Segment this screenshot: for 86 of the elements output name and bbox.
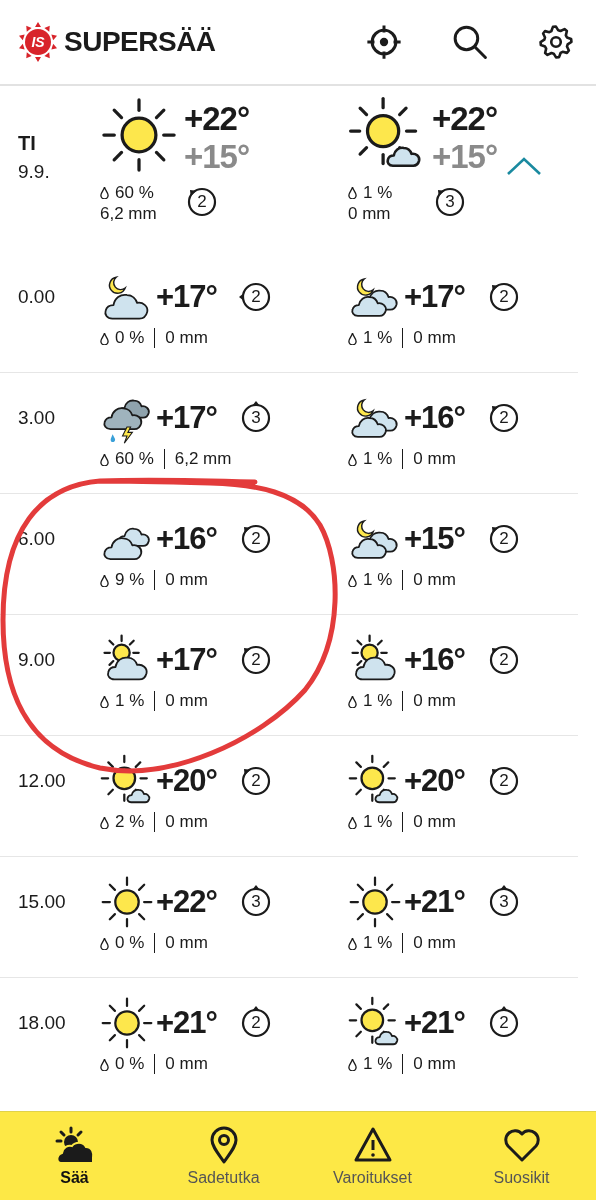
precipitation-chance: 1 % [363,449,393,469]
app-title: SUPERSÄÄ [64,26,216,58]
raindrop-icon [348,815,357,829]
precipitation-amount: 0 mm [413,812,456,832]
precipitation-amount: 0 mm [413,691,456,711]
temperature: +20° [404,763,466,799]
raindrop-icon [100,186,109,199]
raindrop-icon [348,936,357,950]
precipitation-chance: 9 % [115,570,145,590]
logo: IS [18,22,58,62]
precipitation-chance: 1 % [115,691,145,711]
raindrop-icon [100,694,109,708]
temperature: +21° [404,1005,466,1041]
precipitation-amount: 0 mm [413,570,456,590]
hour-label: 18.00 [18,1011,66,1034]
high-temperature: +22° [432,100,498,138]
warning-icon [352,1125,393,1165]
precipitation-amount: 0 mm [413,449,456,469]
precipitation-amount: 0 mm [413,1054,456,1074]
precipitation-chance: 1 % [363,812,393,832]
sun-icon [100,996,154,1050]
hour-label: 12.00 [18,769,66,792]
precipitation-chance: 1 % [363,328,393,348]
precipitation-amount: 0 mm [165,570,208,590]
precipitation-amount: 0 mm [348,203,392,224]
precipitation-amount: 6,2 mm [174,449,232,469]
precipitation-amount: 0 mm [413,328,456,348]
raindrop-icon [100,815,109,829]
temperature: +16° [404,642,466,678]
precipitation-amount: 0 mm [413,933,456,953]
raindrop-icon [348,452,357,466]
temperature: +17° [156,400,218,436]
temperature: +15° [404,521,466,557]
nav-tab[interactable]: Varoitukset [298,1112,447,1200]
precipitation-amount: 0 mm [165,812,208,832]
temperature: +21° [156,1005,218,1041]
raindrop-icon [348,186,357,199]
precipitation-chance: 0 % [115,1054,145,1074]
raindrop-icon [348,331,357,345]
temperature: +21° [404,884,466,920]
nav-tab[interactable]: Suosikit [447,1112,596,1200]
high-temperature: +22° [184,100,250,138]
precipitation-chance: 0 % [115,933,145,953]
sun-icon [100,96,178,174]
temperature: +16° [156,521,218,557]
precipitation-chance: 0 % [115,328,145,348]
low-temperature: +15° [184,138,250,176]
precipitation-amount: 0 mm [165,691,208,711]
date: 9.9. [18,161,51,183]
temperature: +22° [156,884,218,920]
sun-cloud-icon [54,1125,95,1165]
raindrop-icon [100,936,109,950]
raindrop-icon [348,573,357,587]
raindrop-icon [348,1057,357,1071]
precipitation-chance: 60 % [115,182,154,203]
hour-label: 0.00 [18,285,55,308]
precipitation-amount: 0 mm [165,328,208,348]
low-temperature: +15° [432,138,498,176]
raindrop-icon [100,452,109,466]
temperature: +17° [156,642,218,678]
sun-icon [100,875,154,929]
precipitation-chance: 1 % [363,691,393,711]
hour-label: 15.00 [18,890,66,913]
precipitation-amount: 6,2 mm [100,203,158,224]
temperature: +17° [156,279,218,315]
precipitation-amount: 0 mm [165,933,208,953]
temperature: +20° [156,763,218,799]
precipitation-chance: 1 % [363,570,393,590]
raindrop-icon [348,694,357,708]
sun-icon [348,875,402,929]
raindrop-icon [100,1057,109,1071]
nav-tab[interactable]: Sää [0,1112,149,1200]
raindrop-icon [100,331,109,345]
temperature: +16° [404,400,466,436]
precipitation-amount: 0 mm [165,1054,208,1074]
weekday: TI [18,132,37,155]
precipitation-chance: 2 % [115,812,145,832]
raindrop-icon [100,573,109,587]
precipitation-chance: 1 % [363,182,393,203]
precipitation-chance: 1 % [363,1054,393,1074]
temperature: +17° [404,279,466,315]
precipitation-chance: 1 % [363,933,393,953]
hour-label: 3.00 [18,406,55,429]
hour-label: 9.00 [18,648,55,671]
precipitation-chance: 60 % [115,449,154,469]
nav-tab[interactable]: Sadetutka [149,1112,298,1200]
